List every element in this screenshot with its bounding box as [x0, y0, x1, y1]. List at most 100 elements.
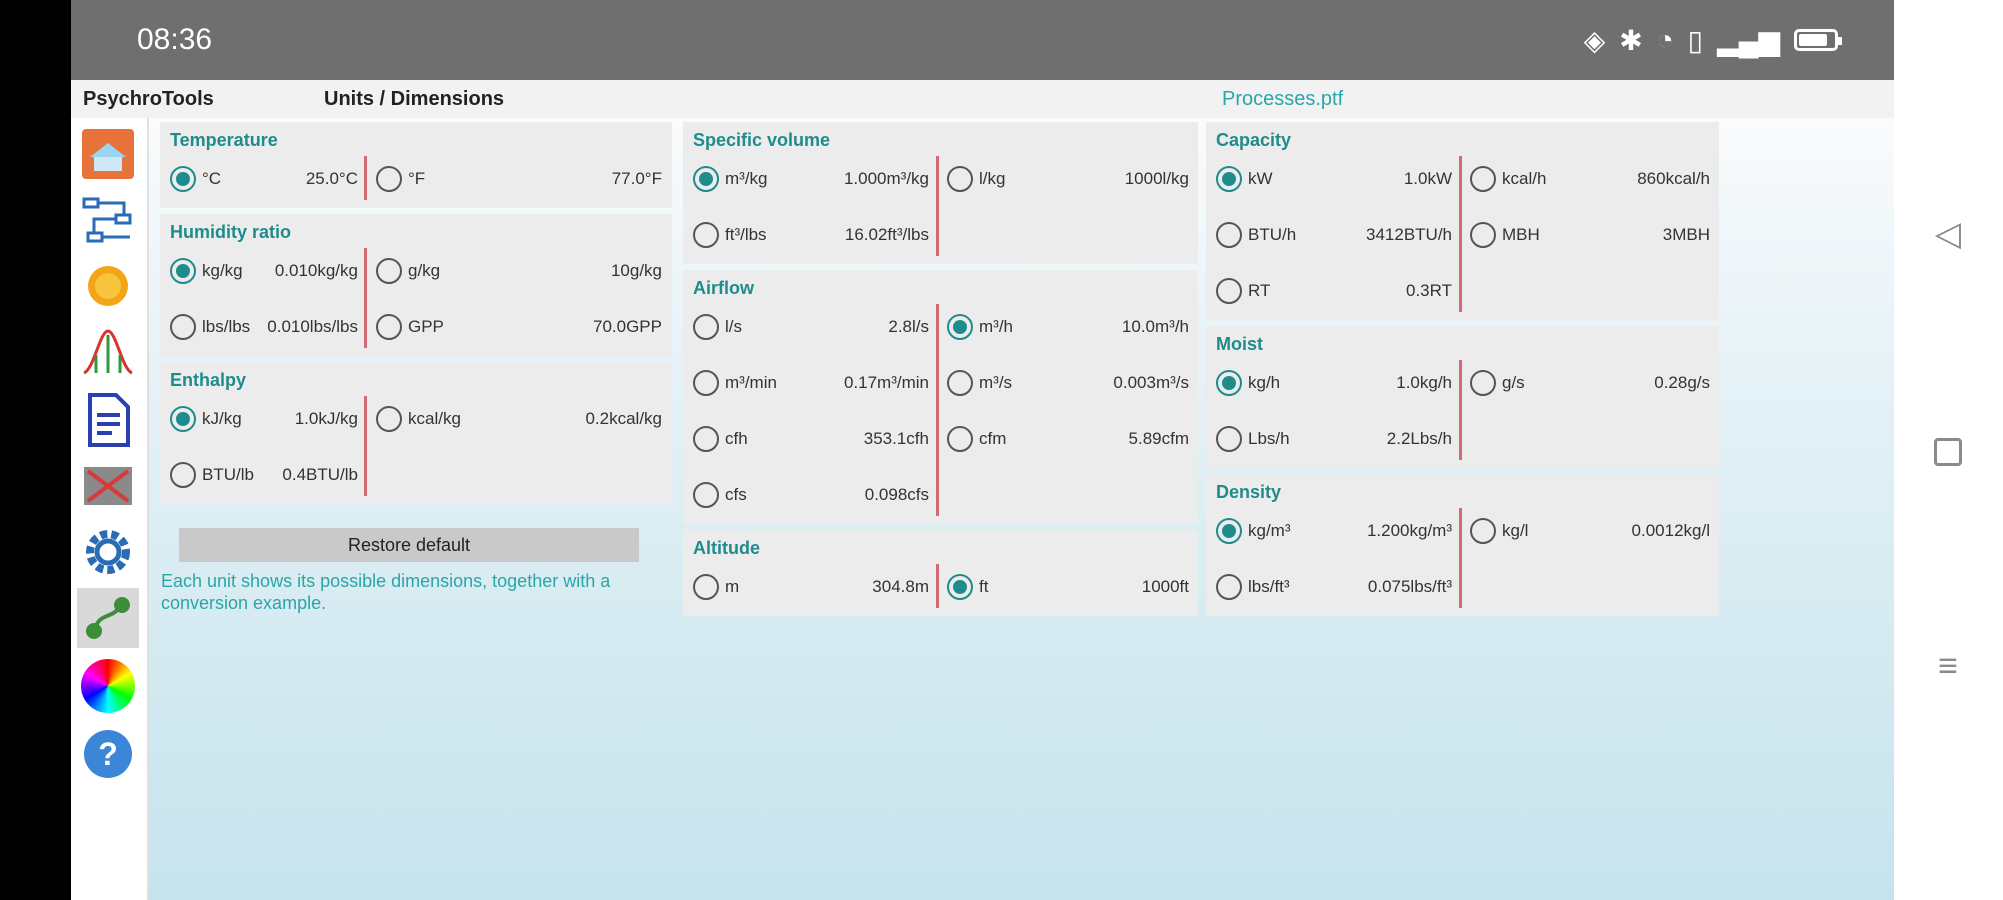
- divider: [364, 248, 367, 348]
- moist-panel: Moist kg/h 1.0kg/h g/s 0.28g/s Lbs/h 2.2Lbs…: [1206, 326, 1719, 468]
- radio-button[interactable]: [947, 314, 973, 340]
- sun-icon[interactable]: [77, 256, 139, 316]
- home-square-icon[interactable]: [1926, 430, 1970, 474]
- panel-title: Altitude: [693, 538, 760, 558]
- radio-button[interactable]: [1216, 278, 1242, 304]
- unit-option[interactable]: g/s 0.28g/s: [1470, 368, 1710, 398]
- unit-option[interactable]: °F 77.0°F: [376, 164, 662, 194]
- radio-button[interactable]: [376, 406, 402, 432]
- radio-button[interactable]: [1216, 166, 1242, 192]
- help-icon[interactable]: ?: [77, 724, 139, 784]
- unit-option[interactable]: kg/l 0.0012kg/l: [1470, 516, 1710, 546]
- radio-button[interactable]: [693, 166, 719, 192]
- radio-button[interactable]: [1216, 518, 1242, 544]
- unit-option[interactable]: ft³/lbs 16.02ft³/lbs: [693, 220, 929, 250]
- radio-button[interactable]: [170, 314, 196, 340]
- app-name: PsychroTools: [83, 88, 214, 110]
- nfc-icon: ◈: [1583, 24, 1606, 56]
- radio-button[interactable]: [1216, 574, 1242, 600]
- radio-button[interactable]: [376, 166, 402, 192]
- radio-button[interactable]: [693, 574, 719, 600]
- unit-option[interactable]: kW 1.0kW: [1216, 164, 1452, 194]
- unit-option[interactable]: cfh 353.1cfh: [693, 424, 929, 454]
- radio-button[interactable]: [693, 314, 719, 340]
- restore-default-button[interactable]: Restore default: [179, 528, 639, 562]
- back-icon[interactable]: ◁: [1926, 212, 1970, 256]
- unit-option[interactable]: m³/h 10.0m³/h: [947, 312, 1189, 342]
- divider: [364, 396, 367, 496]
- radio-button[interactable]: [693, 370, 719, 396]
- unit-option[interactable]: l/s 2.8l/s: [693, 312, 929, 342]
- unit-option[interactable]: MBH 3MBH: [1470, 220, 1710, 250]
- unit-option[interactable]: cfm 5.89cfm: [947, 424, 1189, 454]
- radio-button[interactable]: [1216, 426, 1242, 452]
- unit-option[interactable]: kJ/kg 1.0kJ/kg: [170, 404, 358, 434]
- radio-button[interactable]: [1470, 222, 1496, 248]
- unit-option[interactable]: l/kg 1000l/kg: [947, 164, 1189, 194]
- unit-option[interactable]: m³/kg 1.000m³/kg: [693, 164, 929, 194]
- radio-button[interactable]: [947, 166, 973, 192]
- enthalpy-panel: Enthalpy kJ/kg 1.0kJ/kg kcal/kg 0.2kcal/kg…: [160, 362, 672, 504]
- title-bar: PsychroTools Units / Dimensions Processe…: [71, 80, 1894, 118]
- diagram-icon[interactable]: [77, 190, 139, 250]
- radio-button[interactable]: [947, 426, 973, 452]
- calculator-icon[interactable]: [77, 456, 139, 516]
- unit-option[interactable]: kg/h 1.0kg/h: [1216, 368, 1452, 398]
- panel-title: Airflow: [693, 278, 754, 298]
- unit-option[interactable]: Lbs/h 2.2Lbs/h: [1216, 424, 1452, 454]
- unit-option[interactable]: RT 0.3RT: [1216, 276, 1452, 306]
- file-name-link[interactable]: Processes.ptf: [1222, 88, 1343, 111]
- temperature-panel: Temperature °C 25.0°C °F 77.0°F: [160, 122, 672, 208]
- menu-icon[interactable]: ≡: [1926, 644, 1970, 688]
- density-panel: Density kg/m³ 1.200kg/m³ kg/l 0.0012kg/l l…: [1206, 474, 1719, 616]
- divider: [1459, 156, 1462, 312]
- unit-option[interactable]: lbs/lbs 0.010lbs/lbs: [170, 312, 358, 342]
- units-icon[interactable]: [77, 588, 139, 648]
- radio-button[interactable]: [693, 426, 719, 452]
- divider: [1459, 508, 1462, 608]
- radio-button[interactable]: [693, 222, 719, 248]
- house-icon[interactable]: [77, 124, 139, 184]
- unit-option[interactable]: BTU/h 3412BTU/h: [1216, 220, 1452, 250]
- unit-option[interactable]: GPP 70.0GPP: [376, 312, 662, 342]
- unit-option[interactable]: cfs 0.098cfs: [693, 480, 929, 510]
- radio-button[interactable]: [170, 462, 196, 488]
- radio-button[interactable]: [1470, 518, 1496, 544]
- airflow-panel: Airflow l/s 2.8l/s m³/h 10.0m³/h m³/min 0.1…: [683, 270, 1198, 524]
- signal-icon: ▂▄▆: [1717, 24, 1780, 56]
- panel-title: Moist: [1216, 334, 1263, 354]
- unit-option[interactable]: BTU/lb 0.4BTU/lb: [170, 460, 358, 490]
- radio-button[interactable]: [1470, 370, 1496, 396]
- clock: 08:36: [137, 23, 213, 56]
- radio-button[interactable]: [693, 482, 719, 508]
- radio-button[interactable]: [170, 258, 196, 284]
- unit-option[interactable]: kcal/h 860kcal/h: [1470, 164, 1710, 194]
- radio-button[interactable]: [170, 406, 196, 432]
- radio-button[interactable]: [947, 370, 973, 396]
- gear-icon[interactable]: [77, 522, 139, 582]
- unit-option[interactable]: m³/s 0.003m³/s: [947, 368, 1189, 398]
- unit-option[interactable]: °C 25.0°C: [170, 164, 358, 194]
- unit-option[interactable]: m³/min 0.17m³/min: [693, 368, 929, 398]
- unit-option[interactable]: kg/kg 0.010kg/kg: [170, 256, 358, 286]
- radio-button[interactable]: [1470, 166, 1496, 192]
- unit-option[interactable]: kcal/kg 0.2kcal/kg: [376, 404, 662, 434]
- svg-text:?: ?: [98, 736, 118, 772]
- radio-button[interactable]: [376, 314, 402, 340]
- document-icon[interactable]: [77, 390, 139, 450]
- radio-button[interactable]: [376, 258, 402, 284]
- radio-button[interactable]: [947, 574, 973, 600]
- unit-option[interactable]: kg/m³ 1.200kg/m³: [1216, 516, 1452, 546]
- unit-option[interactable]: lbs/ft³ 0.075lbs/ft³: [1216, 572, 1452, 602]
- page-title: Units / Dimensions: [324, 88, 505, 110]
- radio-button[interactable]: [170, 166, 196, 192]
- unit-option[interactable]: ft 1000ft: [947, 572, 1189, 602]
- color-wheel-icon[interactable]: [77, 656, 139, 716]
- radio-button[interactable]: [1216, 222, 1242, 248]
- unit-option[interactable]: g/kg 10g/kg: [376, 256, 662, 286]
- humidity-ratio-panel: Humidity ratio kg/kg 0.010kg/kg g/kg 10g/k…: [160, 214, 672, 356]
- graph-icon[interactable]: [77, 322, 139, 382]
- unit-option[interactable]: m 304.8m: [693, 572, 929, 602]
- radio-button[interactable]: [1216, 370, 1242, 396]
- battery-icon: [1794, 29, 1842, 51]
